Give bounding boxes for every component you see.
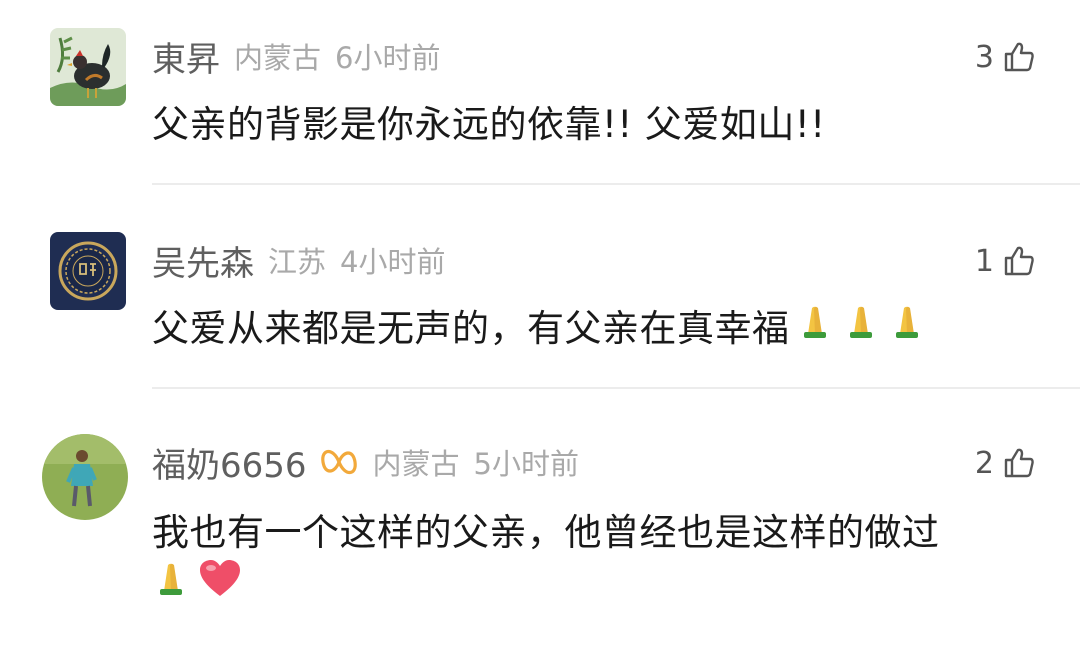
timestamp: 5小时前 [473, 447, 579, 481]
username[interactable]: 吴先森 [152, 236, 254, 285]
thumbs-up-icon [1004, 448, 1034, 478]
like-button[interactable]: 3 [975, 34, 1036, 80]
avatar[interactable] [42, 434, 128, 520]
timestamp: 4小时前 [340, 245, 446, 279]
like-count: 3 [974, 39, 994, 75]
comment-text: 我也有一个这样的父亲，他曾经也是这样的做过 [152, 511, 940, 554]
praying-hands-icon [888, 302, 926, 349]
praying-hands-icon [796, 302, 834, 349]
comment-emoji-row [152, 558, 242, 607]
comment-meta: 福奶6656 内蒙古 5小时前 [152, 434, 579, 490]
avatar[interactable] [50, 232, 126, 310]
comment-text: 父亲的背影是你永远的依靠!! 父爱如山!! [152, 103, 826, 146]
location: 内蒙古 [372, 447, 460, 481]
comment-item: 吴先森 江苏 4小时前 1 父爱从来都是无声的，有父亲在真幸福 [0, 232, 1080, 362]
like-count: 1 [974, 243, 994, 279]
like-button[interactable]: 2 [975, 440, 1036, 486]
like-count: 2 [974, 445, 994, 481]
comment-meta: 吴先森 江苏 4小时前 [152, 232, 445, 288]
username[interactable]: 東昇 [152, 32, 220, 81]
username[interactable]: 福奶6656 [152, 438, 307, 487]
divider [152, 387, 1080, 389]
timestamp: 6小时前 [335, 41, 441, 75]
thumbs-up-icon [1004, 246, 1034, 276]
comment-item: 東昇 内蒙古 6小时前 3 父亲的背影是你永远的依靠!! 父爱如山!! [0, 28, 1080, 178]
seal-medallion-icon [50, 232, 126, 310]
comment-item: 福奶6656 内蒙古 5小时前 2 我也有一个这样的父亲，他曾经也是这样的做过 [0, 434, 1080, 634]
comment-text: 父爱从来都是无声的，有父亲在真幸福 [152, 307, 790, 350]
like-button[interactable]: 1 [975, 238, 1036, 284]
divider [152, 183, 1080, 185]
infinity-badge-icon [319, 445, 359, 479]
rooster-icon [50, 28, 126, 106]
comment-text-row: 父爱从来都是无声的，有父亲在真幸福 [152, 298, 926, 352]
person-on-grass-icon [42, 434, 128, 520]
praying-hands-icon [842, 302, 880, 349]
praying-hands-icon [152, 559, 190, 606]
location: 内蒙古 [234, 41, 322, 75]
comment-meta: 東昇 内蒙古 6小时前 [152, 28, 440, 84]
heart-icon [198, 558, 242, 607]
avatar[interactable] [50, 28, 126, 106]
thumbs-up-icon [1004, 42, 1034, 72]
location: 江苏 [268, 245, 327, 279]
